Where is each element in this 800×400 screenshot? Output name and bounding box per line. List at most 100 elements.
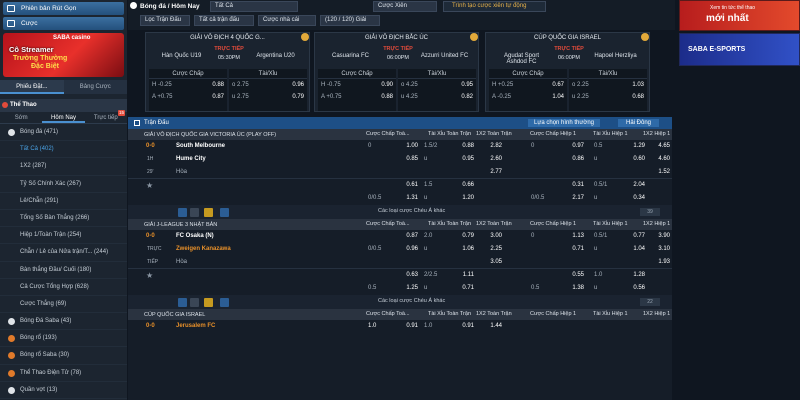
odds-cell[interactable]: 0.56 (623, 282, 645, 295)
display-select[interactable]: Lựa chọn hình thường (528, 119, 601, 127)
esports-ad[interactable]: SABA E-SPORTS (679, 33, 800, 66)
promo-banner[interactable]: SABA casino Cô Streamer Trường Thường Đặ… (3, 33, 124, 77)
more-count[interactable]: 39 (640, 208, 660, 216)
odds-cell[interactable]: 2.77 (480, 166, 502, 179)
odds-cell[interactable]: 1.52 (648, 166, 670, 179)
odds-row[interactable]: H -0.25 0.88 (149, 79, 227, 91)
more-bets-link[interactable]: Các loại cược Chéu Á khác (378, 208, 445, 214)
odds-cell[interactable]: 0.77 (623, 230, 645, 243)
featured-match-card[interactable]: GIẢI VÔ ĐỊCH 4 QUỐC G... Hàn Quốc U19 TRỰC… (145, 32, 310, 112)
sidebar-item[interactable]: Hiệp 1/Toàn Trận (254) (0, 227, 127, 245)
odds-cell[interactable] (480, 282, 502, 295)
odds-cell[interactable] (562, 256, 584, 269)
live-tv-icon[interactable] (204, 298, 213, 307)
odds-row[interactable]: H -0.75 0.90 (318, 79, 396, 91)
coin-icon[interactable] (301, 33, 309, 41)
odds-row[interactable]: o 4.25 0.95 (398, 79, 476, 91)
odds-cell[interactable]: 2.04 (623, 179, 645, 192)
league-header[interactable]: CÚP QUỐC GIA ISRAEL Cược Chấp Toà... Tài X… (128, 309, 672, 320)
sidebar-item[interactable]: Chẵn / Lẻ của Nửa trận/T... (244) (0, 244, 127, 262)
league-count[interactable]: (120 / 120) Giải (320, 15, 380, 26)
odds-cell[interactable]: 1.00 (396, 140, 418, 153)
odds-cell[interactable] (480, 179, 502, 192)
bet-button[interactable]: Cược (3, 17, 124, 30)
tab-early[interactable]: Sớm (0, 112, 42, 123)
odds-row[interactable]: A -0.25 1.04 (489, 91, 567, 103)
odds-cell[interactable] (562, 166, 584, 179)
odds-cell[interactable]: 1.28 (623, 269, 645, 282)
odds-cell[interactable] (648, 179, 670, 192)
odds-cell[interactable]: 2.25 (480, 243, 502, 256)
sidebar-item[interactable]: Thể Thao Điện Tử (78) (0, 365, 127, 382)
tab-odds-board[interactable]: Bảng Cược (64, 80, 128, 94)
sidebar-item[interactable]: Tổng Số Bàn Thắng (266) (0, 210, 127, 228)
odds-cell[interactable]: 1.11 (452, 269, 474, 282)
odds-row[interactable]: o 2.75 0.96 (229, 79, 307, 91)
odds-cell[interactable]: 1.13 (562, 230, 584, 243)
parlay-select[interactable]: Cược Xiên (373, 1, 437, 12)
odds-row[interactable]: A +0.75 0.88 (318, 91, 396, 103)
league-header[interactable]: GIẢI J-LEAGUE 3 NHẬT BẢN Cược Chấp Toà...… (128, 219, 672, 230)
sidebar-item[interactable]: Tỷ Số Chính Xác (267) (0, 176, 127, 193)
money-icon[interactable] (220, 298, 229, 307)
more-count[interactable]: 22 (640, 298, 660, 306)
odds-cell[interactable] (623, 166, 645, 179)
auto-parlay-link[interactable]: Trình tạo cược xiên tự động (443, 1, 546, 12)
sidebar-item[interactable]: Cược Thắng (69) (0, 296, 127, 314)
odds-cell[interactable]: 2.17 (562, 192, 584, 205)
odds-cell[interactable]: 1.04 (623, 243, 645, 256)
league-header[interactable]: GIẢI VÔ ĐỊCH QUỐC GIA VICTORIA ÚC (PLAY … (128, 129, 672, 140)
odds-cell[interactable]: 0.88 (452, 140, 474, 153)
odds-cell[interactable] (648, 282, 670, 295)
sidebar-item[interactable]: Bàn thắng Đầu/ Cuối (180) (0, 262, 127, 279)
odds-cell[interactable]: 0.71 (452, 282, 474, 295)
odds-cell[interactable] (452, 166, 474, 179)
sidebar-item[interactable]: Cả Cược Tổng Hợp (628) (0, 279, 127, 296)
odds-cell[interactable]: 0.34 (623, 192, 645, 205)
sports-section-header[interactable]: Thể Thao (0, 99, 127, 112)
odds-cell[interactable]: 2.60 (480, 153, 502, 166)
featured-match-card[interactable]: GIẢI VÔ ĐỊCH BẮC ÚC Casuarina FC TRỰC TIẾP… (314, 32, 479, 112)
odds-cell[interactable]: 1.93 (648, 256, 670, 269)
odds-cell[interactable]: 0.95 (452, 153, 474, 166)
favorite-star-icon[interactable]: ★ (146, 269, 153, 282)
odds-cell[interactable]: 0.96 (396, 243, 418, 256)
odds-cell[interactable]: 3.00 (480, 230, 502, 243)
odds-cell[interactable]: 0.71 (562, 243, 584, 256)
all-matches-select[interactable]: Tất cả trận đấu (194, 15, 254, 26)
odds-cell[interactable] (396, 166, 418, 179)
more-bets-link[interactable]: Các loại cược Chéu Á khác (378, 298, 445, 304)
odds-cell[interactable]: 3.05 (480, 256, 502, 269)
news-ad[interactable]: Xem tin tức thể thao mới nhất (679, 0, 800, 31)
odds-cell[interactable]: 3.90 (648, 230, 670, 243)
odds-cell[interactable]: 1.31 (396, 192, 418, 205)
match-filter[interactable]: Lọc Trận Đấu (140, 15, 190, 26)
live-tv-icon[interactable] (204, 208, 213, 217)
money-icon[interactable] (220, 208, 229, 217)
odds-cell[interactable]: 1.44 (480, 320, 502, 333)
odds-cell[interactable]: 3.10 (648, 243, 670, 256)
odds-cell[interactable]: 1.0 (368, 320, 376, 333)
stats-icon[interactable] (190, 298, 199, 307)
sidebar-item[interactable]: Quần vợt (13) (0, 382, 127, 399)
star-icon[interactable] (178, 208, 187, 217)
odds-cell[interactable]: 0.63 (396, 269, 418, 282)
sidebar-item[interactable]: Bóng rổ (193) (0, 330, 127, 348)
tab-betslip[interactable]: Phiếu Đặt... (0, 80, 64, 94)
compact-version-button[interactable]: Phiên bản Rút Gọn (3, 2, 124, 15)
odds-row[interactable]: H +0.25 0.67 (489, 79, 567, 91)
odds-row[interactable]: u 2.75 0.79 (229, 91, 307, 103)
odds-cell[interactable]: 0.91 (396, 320, 418, 333)
sidebar-item[interactable]: 1X2 (287) (0, 158, 127, 176)
odds-cell[interactable]: 0.85 (396, 153, 418, 166)
sidebar-item[interactable]: Tất Cả (402) (0, 141, 127, 159)
bookmaker-select[interactable]: Cược nhà cái (258, 15, 316, 26)
tab-today[interactable]: Hôm Nay (42, 112, 85, 123)
odds-cell[interactable] (623, 256, 645, 269)
sidebar-item[interactable]: Bóng Đá Saba (43) (0, 313, 127, 331)
odds-row[interactable]: A +0.75 0.87 (149, 91, 227, 103)
odds-cell[interactable]: 4.65 (648, 140, 670, 153)
odds-cell[interactable]: 1.20 (452, 192, 474, 205)
odds-cell[interactable]: 0.60 (623, 153, 645, 166)
odds-cell[interactable] (396, 256, 418, 269)
